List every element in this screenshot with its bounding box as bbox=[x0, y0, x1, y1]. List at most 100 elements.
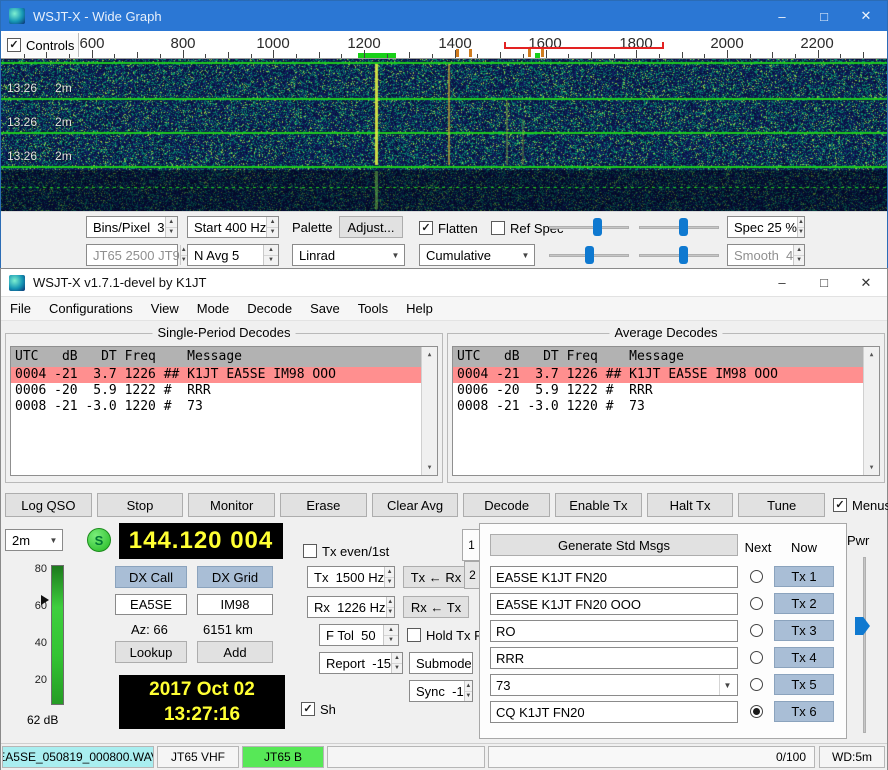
erase-button[interactable]: Erase bbox=[280, 493, 367, 517]
dx-grid-field[interactable]: IM98 bbox=[197, 594, 273, 615]
minimize-icon[interactable]: – bbox=[761, 1, 803, 31]
lookup-button[interactable]: Lookup bbox=[115, 641, 187, 663]
tx-message-combo-5[interactable]: 73 ▼ bbox=[490, 674, 738, 696]
frequency-scale[interactable]: ✓ Controls 600 800 1000 1200 1400 1600 1… bbox=[1, 31, 887, 59]
slider-handle[interactable] bbox=[593, 218, 602, 236]
scrollbar[interactable]: ▲ ▼ bbox=[863, 347, 879, 475]
scroll-down-icon[interactable]: ▼ bbox=[422, 460, 437, 475]
scroll-up-icon[interactable]: ▲ bbox=[422, 347, 437, 362]
decode-button[interactable]: Decode bbox=[463, 493, 550, 517]
tx3-button[interactable]: Tx 3 bbox=[774, 620, 834, 641]
sh-checkbox[interactable]: ✓ Sh bbox=[301, 701, 336, 717]
stop-button[interactable]: Stop bbox=[97, 493, 184, 517]
menu-file[interactable]: File bbox=[1, 301, 40, 316]
spin-down-icon[interactable]: ▼ bbox=[794, 256, 804, 266]
next-radio-4[interactable] bbox=[750, 651, 763, 664]
smooth-spinner[interactable]: Smooth 4 ▲▼ bbox=[727, 244, 805, 266]
spectrum-zero-slider[interactable] bbox=[639, 244, 719, 266]
tx5-button[interactable]: Tx 5 bbox=[774, 674, 834, 695]
log-qso-button[interactable]: Log QSO bbox=[5, 493, 92, 517]
chevron-down-icon[interactable]: ▼ bbox=[719, 675, 735, 695]
tx-message-field-4[interactable]: RRR bbox=[490, 647, 738, 669]
spin-up-icon[interactable]: ▲ bbox=[794, 245, 804, 256]
maximize-icon[interactable]: □ bbox=[803, 1, 845, 31]
waterfall[interactable]: 13:262m 13:262m 13:262m bbox=[1, 59, 887, 211]
dx-call-button[interactable]: DX Call bbox=[115, 566, 187, 588]
spin-down-icon[interactable]: ▼ bbox=[392, 664, 402, 674]
tune-button[interactable]: Tune bbox=[738, 493, 825, 517]
spin-up-icon[interactable]: ▲ bbox=[166, 217, 177, 228]
spin-up-icon[interactable]: ▲ bbox=[264, 245, 278, 256]
next-radio-6[interactable] bbox=[750, 705, 763, 718]
dx-grid-button[interactable]: DX Grid bbox=[197, 566, 273, 588]
tx-message-field-1[interactable]: EA5SE K1JT FN20 bbox=[490, 566, 738, 588]
clear-avg-button[interactable]: Clear Avg bbox=[372, 493, 459, 517]
minimize-icon[interactable]: – bbox=[761, 269, 803, 296]
scrollbar[interactable]: ▲ ▼ bbox=[421, 347, 437, 475]
halt-tx-button[interactable]: Halt Tx bbox=[647, 493, 734, 517]
wide-graph-titlebar[interactable]: WSJT-X - Wide Graph – □ ✕ bbox=[1, 1, 887, 31]
menu-help[interactable]: Help bbox=[397, 301, 442, 316]
scroll-down-icon[interactable]: ▼ bbox=[864, 460, 879, 475]
waterfall-gain-slider[interactable] bbox=[549, 216, 629, 238]
enable-tx-button[interactable]: Enable Tx bbox=[555, 493, 642, 517]
spin-down-icon[interactable]: ▼ bbox=[387, 608, 394, 618]
pwr-slider-handle[interactable] bbox=[855, 617, 870, 635]
waterfall-zero-slider[interactable] bbox=[639, 216, 719, 238]
generate-std-msgs-button[interactable]: Generate Std Msgs bbox=[490, 534, 738, 556]
spin-down-icon[interactable]: ▼ bbox=[166, 228, 177, 238]
tab-2[interactable]: 2 bbox=[464, 561, 480, 589]
tx4-button[interactable]: Tx 4 bbox=[774, 647, 834, 668]
decode-row[interactable]: 0006 -20 5.9 1222 # RRR bbox=[11, 383, 421, 399]
slider-handle[interactable] bbox=[585, 246, 594, 264]
menu-tools[interactable]: Tools bbox=[349, 301, 397, 316]
dx-call-field[interactable]: EA5SE bbox=[115, 594, 187, 615]
palette-select[interactable]: Linrad ▼ bbox=[292, 244, 405, 266]
average-decodes-table[interactable]: UTC dB DT Freq Message 0004 -21 3.7 1226… bbox=[452, 346, 880, 476]
tx6-button[interactable]: Tx 6 bbox=[774, 701, 834, 722]
decode-row[interactable]: 0008 -21 -3.0 1220 # 73 bbox=[11, 399, 421, 415]
n-avg-spinner[interactable]: N Avg 5 ▲▼ bbox=[187, 244, 279, 266]
tx-message-field-3[interactable]: RO bbox=[490, 620, 738, 642]
spin-down-icon[interactable]: ▼ bbox=[465, 692, 472, 702]
main-titlebar[interactable]: WSJT-X v1.7.1-devel by K1JT – □ ✕ bbox=[1, 269, 887, 297]
monitor-button[interactable]: Monitor bbox=[188, 493, 275, 517]
spin-up-icon[interactable]: ▲ bbox=[387, 597, 394, 608]
rx-from-tx-button[interactable]: Rx ← Tx bbox=[403, 596, 469, 618]
band-select[interactable]: 2m ▼ bbox=[5, 529, 63, 551]
spin-down-icon[interactable]: ▼ bbox=[267, 228, 278, 238]
menu-mode[interactable]: Mode bbox=[188, 301, 239, 316]
tx-message-field-2[interactable]: EA5SE K1JT FN20 OOO bbox=[490, 593, 738, 615]
pwr-slider[interactable] bbox=[863, 557, 866, 733]
rx-freq-spinner[interactable]: Rx 1226 Hz ▲▼ bbox=[307, 596, 395, 618]
spin-down-icon[interactable]: ▼ bbox=[385, 578, 394, 588]
next-radio-5[interactable] bbox=[750, 678, 763, 691]
jt65-jt9-split-spinner[interactable]: JT65 2500 JT9 ▲▼ bbox=[86, 244, 178, 266]
report-spinner[interactable]: Report -15 ▲▼ bbox=[319, 652, 403, 674]
decode-row[interactable]: 0004 -21 3.7 1226 ## K1JT EA5SE IM98 OOO… bbox=[453, 367, 863, 383]
tx-freq-spinner[interactable]: Tx 1500 Hz ▲▼ bbox=[307, 566, 395, 588]
slider-handle[interactable] bbox=[679, 218, 688, 236]
start-freq-spinner[interactable]: Start 400 Hz ▲▼ bbox=[187, 216, 279, 238]
menus-checkbox[interactable]: ✓ Menus bbox=[833, 497, 888, 513]
spin-up-icon[interactable]: ▲ bbox=[392, 653, 402, 664]
spin-down-icon[interactable]: ▼ bbox=[181, 256, 187, 266]
submode-spinner[interactable]: Submode B ▲▼ bbox=[409, 652, 473, 674]
spin-down-icon[interactable]: ▼ bbox=[384, 636, 398, 646]
close-icon[interactable]: ✕ bbox=[845, 1, 887, 31]
sync-spinner[interactable]: Sync -1 ▲▼ bbox=[409, 680, 473, 702]
tab-1[interactable]: 1 bbox=[462, 529, 480, 561]
slider-handle[interactable] bbox=[679, 246, 688, 264]
spin-up-icon[interactable]: ▲ bbox=[385, 567, 394, 578]
next-radio-2[interactable] bbox=[750, 597, 763, 610]
spin-up-icon[interactable]: ▲ bbox=[267, 217, 278, 228]
scroll-up-icon[interactable]: ▲ bbox=[864, 347, 879, 362]
decode-row[interactable]: 0008 -21 -3.0 1220 # 73 bbox=[453, 399, 863, 415]
menu-save[interactable]: Save bbox=[301, 301, 349, 316]
bins-pixel-spinner[interactable]: Bins/Pixel 3 ▲▼ bbox=[86, 216, 178, 238]
single-decodes-table[interactable]: UTC dB DT Freq Message 0004 -21 3.7 1226… bbox=[10, 346, 438, 476]
decode-row[interactable]: 0004 -21 3.7 1226 ## K1JT EA5SE IM98 OOO… bbox=[11, 367, 421, 383]
spin-up-icon[interactable]: ▲ bbox=[384, 625, 398, 636]
maximize-icon[interactable]: □ bbox=[803, 269, 845, 296]
ftol-spinner[interactable]: F Tol 50 ▲▼ bbox=[319, 624, 399, 646]
